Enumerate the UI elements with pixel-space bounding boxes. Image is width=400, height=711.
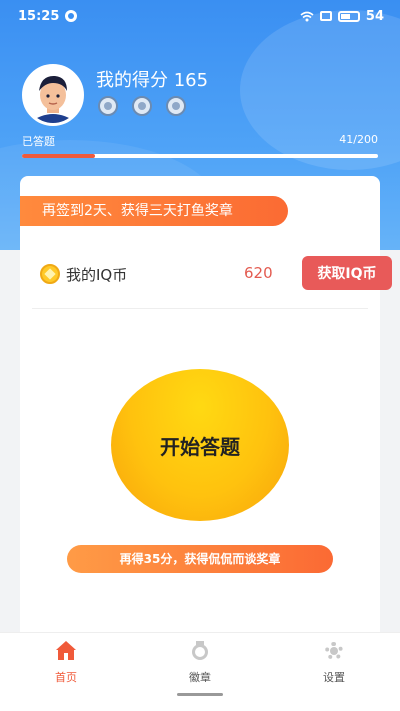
badge-list <box>98 96 186 116</box>
badge-1-icon[interactable] <box>98 96 118 116</box>
home-icon <box>56 641 76 661</box>
header-decoration <box>240 10 400 170</box>
progress-bar <box>22 154 378 158</box>
iq-coin-row: 我的IQ币 620 获取IQ币 <box>40 256 392 292</box>
progress-count: 41/200 <box>339 133 378 146</box>
battery-level: 54 <box>365 8 384 24</box>
nav-label-home: 首页 <box>55 671 77 684</box>
user-score: 我的得分 165 <box>96 70 209 91</box>
badge-2-icon[interactable] <box>132 96 152 116</box>
badge-3-icon[interactable] <box>166 96 186 116</box>
nav-label-badges: 徽章 <box>189 671 211 684</box>
progress-label: 已答题 <box>22 135 55 148</box>
gear-icon <box>324 641 344 661</box>
quiz-card: 再签到2天、获得三天打鱼奖章 我的IQ币 620 获取IQ币 开始答题 再得35… <box>20 176 392 646</box>
progress-fill <box>22 154 95 158</box>
divider <box>32 308 368 309</box>
battery-icon <box>337 10 360 22</box>
app-screen: 15:25 54 我的得分 165 已答题 41/200 再签到2天、获得三天打… <box>0 0 400 711</box>
coin-value: 620 <box>244 264 273 282</box>
bottom-nav: 首页 徽章 设置 <box>0 632 400 711</box>
avatar-face-icon <box>25 67 81 123</box>
sign-in-ribbon: 再签到2天、获得三天打鱼奖章 <box>20 196 288 226</box>
home-indicator <box>177 693 223 696</box>
get-iq-coin-button[interactable]: 获取IQ币 <box>302 256 392 290</box>
notification-icon <box>65 10 78 22</box>
wifi-icon <box>300 11 314 21</box>
status-time: 15:25 <box>18 8 60 24</box>
nav-item-badges[interactable]: 徽章 <box>160 641 240 685</box>
medal-icon <box>190 641 210 661</box>
status-bar: 15:25 54 <box>0 0 400 32</box>
nav-label-settings: 设置 <box>323 671 345 684</box>
coin-label: 我的IQ币 <box>66 266 128 284</box>
avatar[interactable] <box>22 64 84 126</box>
next-badge-goal: 再得35分，获得侃侃而谈奖章 <box>67 545 333 573</box>
start-quiz-button[interactable]: 开始答题 <box>111 369 289 521</box>
nav-item-home[interactable]: 首页 <box>26 641 106 685</box>
nav-item-settings[interactable]: 设置 <box>294 641 374 685</box>
screen-icon <box>319 11 332 21</box>
coin-icon <box>40 264 60 284</box>
